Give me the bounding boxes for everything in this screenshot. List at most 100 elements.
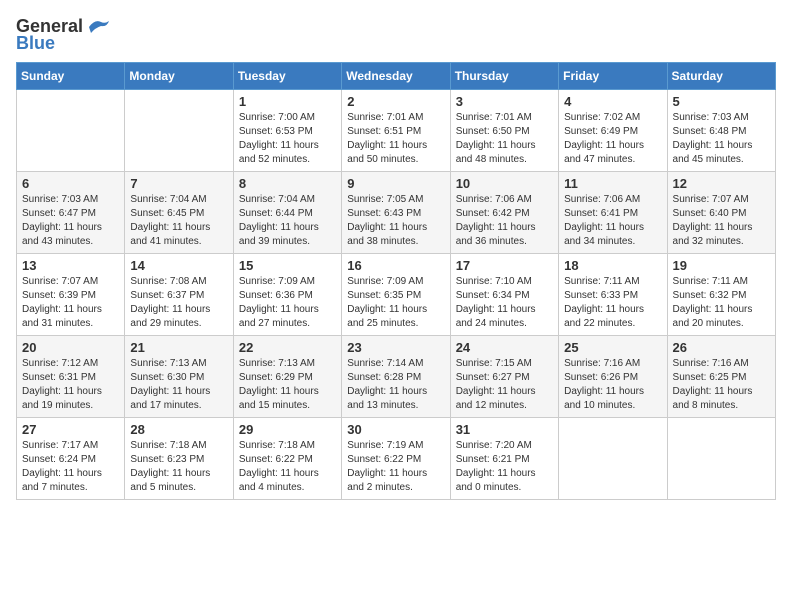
day-info: Sunrise: 7:02 AMSunset: 6:49 PMDaylight:…	[564, 111, 661, 167]
day-number: 31	[456, 422, 553, 437]
day-number: 26	[673, 340, 770, 355]
calendar-week-row: 20 Sunrise: 7:12 AMSunset: 6:31 PMDayligh…	[17, 336, 776, 418]
day-number: 21	[130, 340, 227, 355]
day-number: 13	[22, 258, 119, 273]
day-info: Sunrise: 7:10 AMSunset: 6:34 PMDaylight:…	[456, 275, 553, 331]
calendar-cell: 27 Sunrise: 7:17 AMSunset: 6:24 PMDayligh…	[17, 418, 125, 500]
calendar-cell: 8 Sunrise: 7:04 AMSunset: 6:44 PMDaylight…	[233, 172, 341, 254]
weekday-header-friday: Friday	[559, 63, 667, 90]
calendar-cell	[17, 90, 125, 172]
calendar-cell	[125, 90, 233, 172]
calendar-cell: 30Sunrise: 7:19 AMSunset: 6:22 PMDayligh…	[342, 418, 450, 500]
calendar-header: SundayMondayTuesdayWednesdayThursdayFrid…	[17, 63, 776, 90]
calendar-cell: 17 Sunrise: 7:10 AMSunset: 6:34 PMDayligh…	[450, 254, 558, 336]
page-header: General Blue	[16, 16, 776, 54]
day-number: 22	[239, 340, 336, 355]
day-info: Sunrise: 7:16 AMSunset: 6:26 PMDaylight:…	[564, 357, 661, 413]
day-info: Sunrise: 7:20 AMSunset: 6:21 PMDaylight:…	[456, 439, 553, 495]
day-info: Sunrise: 7:03 AMSunset: 6:47 PMDaylight:…	[22, 193, 119, 249]
calendar-cell: 20 Sunrise: 7:12 AMSunset: 6:31 PMDayligh…	[17, 336, 125, 418]
calendar-table: SundayMondayTuesdayWednesdayThursdayFrid…	[16, 62, 776, 500]
day-info: Sunrise: 7:12 AMSunset: 6:31 PMDaylight:…	[22, 357, 119, 413]
day-number: 7	[130, 176, 227, 191]
day-number: 19	[673, 258, 770, 273]
day-info: Sunrise: 7:15 AMSunset: 6:27 PMDaylight:…	[456, 357, 553, 413]
day-info: Sunrise: 7:13 AMSunset: 6:29 PMDaylight:…	[239, 357, 336, 413]
calendar-cell: 1Sunrise: 7:00 AMSunset: 6:53 PMDaylight…	[233, 90, 341, 172]
day-number: 17	[456, 258, 553, 273]
day-info: Sunrise: 7:06 AMSunset: 6:41 PMDaylight:…	[564, 193, 661, 249]
calendar-cell: 12Sunrise: 7:07 AMSunset: 6:40 PMDayligh…	[667, 172, 775, 254]
weekday-header-sunday: Sunday	[17, 63, 125, 90]
logo-blue-text: Blue	[16, 33, 55, 54]
day-number: 3	[456, 94, 553, 109]
calendar-cell: 29 Sunrise: 7:18 AMSunset: 6:22 PMDayligh…	[233, 418, 341, 500]
day-info: Sunrise: 7:01 AMSunset: 6:51 PMDaylight:…	[347, 111, 444, 167]
day-info: Sunrise: 7:06 AMSunset: 6:42 PMDaylight:…	[456, 193, 553, 249]
calendar-week-row: 6 Sunrise: 7:03 AMSunset: 6:47 PMDaylight…	[17, 172, 776, 254]
day-number: 6	[22, 176, 119, 191]
calendar-cell: 2 Sunrise: 7:01 AMSunset: 6:51 PMDaylight…	[342, 90, 450, 172]
day-info: Sunrise: 7:01 AMSunset: 6:50 PMDaylight:…	[456, 111, 553, 167]
day-info: Sunrise: 7:13 AMSunset: 6:30 PMDaylight:…	[130, 357, 227, 413]
weekday-header-monday: Monday	[125, 63, 233, 90]
calendar-cell: 7 Sunrise: 7:04 AMSunset: 6:45 PMDaylight…	[125, 172, 233, 254]
day-number: 15	[239, 258, 336, 273]
calendar-cell: 31 Sunrise: 7:20 AMSunset: 6:21 PMDayligh…	[450, 418, 558, 500]
day-number: 9	[347, 176, 444, 191]
calendar-cell: 15Sunrise: 7:09 AMSunset: 6:36 PMDayligh…	[233, 254, 341, 336]
day-info: Sunrise: 7:07 AMSunset: 6:39 PMDaylight:…	[22, 275, 119, 331]
calendar-cell: 16 Sunrise: 7:09 AMSunset: 6:35 PMDayligh…	[342, 254, 450, 336]
day-info: Sunrise: 7:16 AMSunset: 6:25 PMDaylight:…	[673, 357, 770, 413]
day-number: 28	[130, 422, 227, 437]
day-info: Sunrise: 7:19 AMSunset: 6:22 PMDaylight:…	[347, 439, 444, 495]
logo-bird-icon	[87, 19, 109, 35]
calendar-cell	[667, 418, 775, 500]
day-number: 24	[456, 340, 553, 355]
day-number: 10	[456, 176, 553, 191]
day-number: 2	[347, 94, 444, 109]
calendar-cell	[559, 418, 667, 500]
calendar-cell: 21 Sunrise: 7:13 AMSunset: 6:30 PMDayligh…	[125, 336, 233, 418]
day-number: 12	[673, 176, 770, 191]
day-number: 27	[22, 422, 119, 437]
day-number: 14	[130, 258, 227, 273]
day-number: 29	[239, 422, 336, 437]
day-info: Sunrise: 7:03 AMSunset: 6:48 PMDaylight:…	[673, 111, 770, 167]
calendar-cell: 14Sunrise: 7:08 AMSunset: 6:37 PMDayligh…	[125, 254, 233, 336]
day-number: 20	[22, 340, 119, 355]
calendar-cell: 23Sunrise: 7:14 AMSunset: 6:28 PMDayligh…	[342, 336, 450, 418]
calendar-week-row: 27 Sunrise: 7:17 AMSunset: 6:24 PMDayligh…	[17, 418, 776, 500]
weekday-header-saturday: Saturday	[667, 63, 775, 90]
day-info: Sunrise: 7:18 AMSunset: 6:22 PMDaylight:…	[239, 439, 336, 495]
calendar-cell: 4 Sunrise: 7:02 AMSunset: 6:49 PMDaylight…	[559, 90, 667, 172]
day-info: Sunrise: 7:11 AMSunset: 6:32 PMDaylight:…	[673, 275, 770, 331]
calendar-cell: 10 Sunrise: 7:06 AMSunset: 6:42 PMDayligh…	[450, 172, 558, 254]
day-info: Sunrise: 7:09 AMSunset: 6:35 PMDaylight:…	[347, 275, 444, 331]
calendar-week-row: 1Sunrise: 7:00 AMSunset: 6:53 PMDaylight…	[17, 90, 776, 172]
day-info: Sunrise: 7:17 AMSunset: 6:24 PMDaylight:…	[22, 439, 119, 495]
weekday-header-thursday: Thursday	[450, 63, 558, 90]
calendar-body: 1Sunrise: 7:00 AMSunset: 6:53 PMDaylight…	[17, 90, 776, 500]
day-info: Sunrise: 7:04 AMSunset: 6:45 PMDaylight:…	[130, 193, 227, 249]
calendar-cell: 22 Sunrise: 7:13 AMSunset: 6:29 PMDayligh…	[233, 336, 341, 418]
calendar-week-row: 13 Sunrise: 7:07 AMSunset: 6:39 PMDayligh…	[17, 254, 776, 336]
calendar-cell: 6 Sunrise: 7:03 AMSunset: 6:47 PMDaylight…	[17, 172, 125, 254]
day-number: 11	[564, 176, 661, 191]
day-info: Sunrise: 7:04 AMSunset: 6:44 PMDaylight:…	[239, 193, 336, 249]
calendar-cell: 25Sunrise: 7:16 AMSunset: 6:26 PMDayligh…	[559, 336, 667, 418]
day-info: Sunrise: 7:11 AMSunset: 6:33 PMDaylight:…	[564, 275, 661, 331]
day-info: Sunrise: 7:00 AMSunset: 6:53 PMDaylight:…	[239, 111, 336, 167]
calendar-cell: 28 Sunrise: 7:18 AMSunset: 6:23 PMDayligh…	[125, 418, 233, 500]
day-number: 23	[347, 340, 444, 355]
calendar-cell: 3 Sunrise: 7:01 AMSunset: 6:50 PMDaylight…	[450, 90, 558, 172]
day-number: 16	[347, 258, 444, 273]
calendar-cell: 26 Sunrise: 7:16 AMSunset: 6:25 PMDayligh…	[667, 336, 775, 418]
day-number: 5	[673, 94, 770, 109]
day-number: 4	[564, 94, 661, 109]
day-number: 8	[239, 176, 336, 191]
calendar-cell: 19 Sunrise: 7:11 AMSunset: 6:32 PMDayligh…	[667, 254, 775, 336]
calendar-cell: 18Sunrise: 7:11 AMSunset: 6:33 PMDayligh…	[559, 254, 667, 336]
weekday-header-tuesday: Tuesday	[233, 63, 341, 90]
day-info: Sunrise: 7:18 AMSunset: 6:23 PMDaylight:…	[130, 439, 227, 495]
